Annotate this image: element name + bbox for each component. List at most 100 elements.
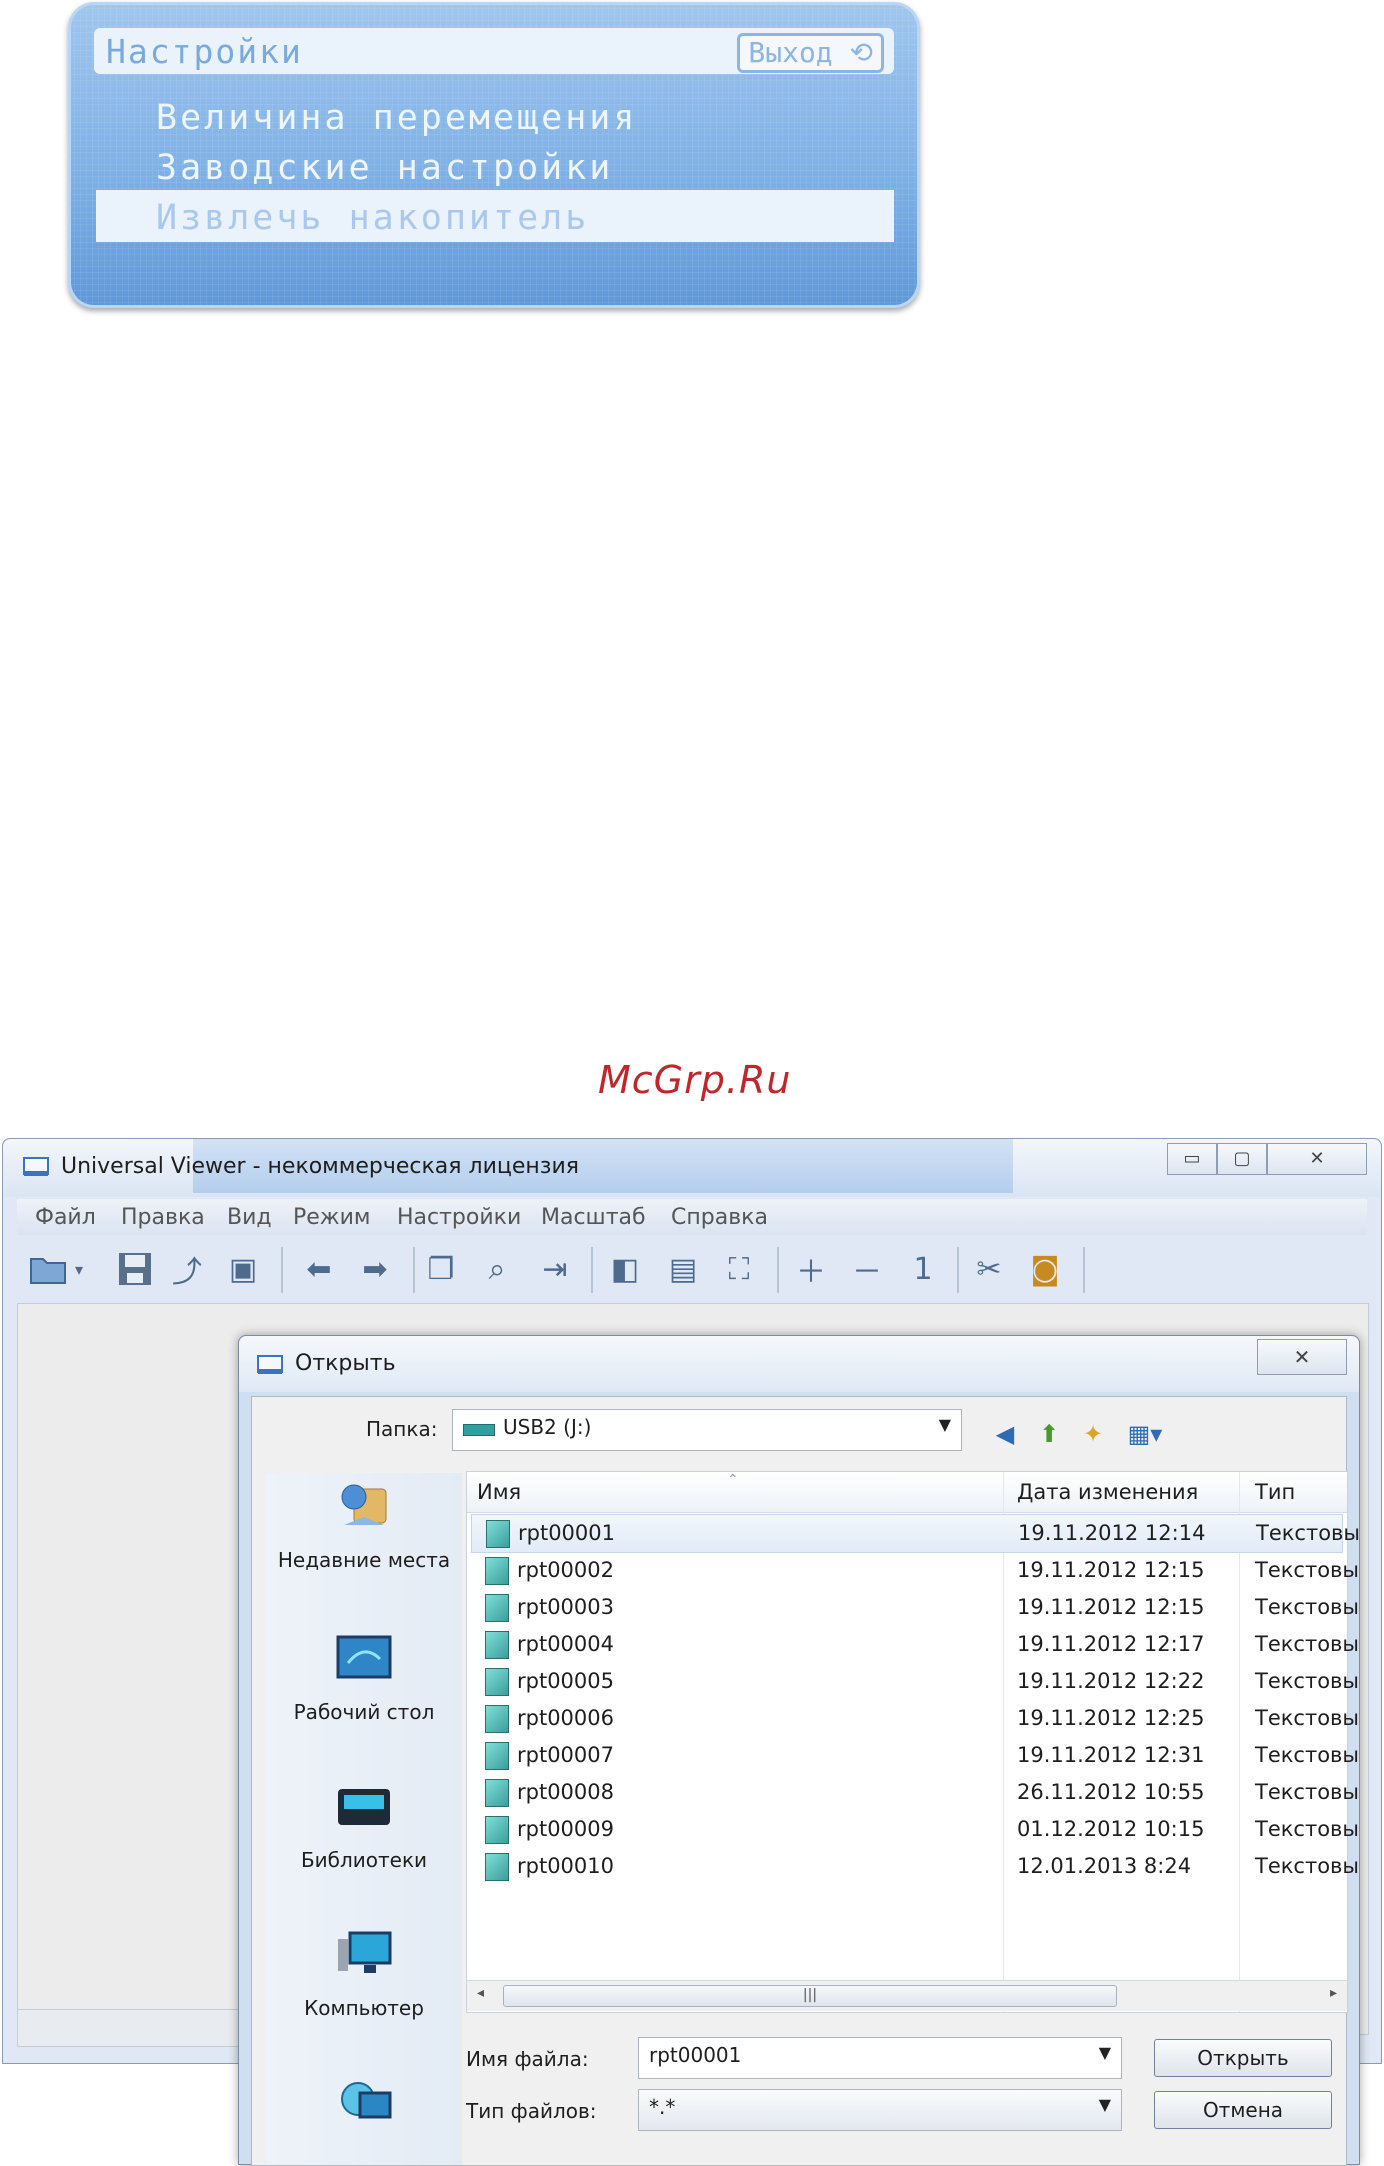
find-icon[interactable]: ⌕ [477,1249,517,1289]
folder-label: Папка: [366,1417,438,1441]
filename-value: rpt00001 [649,2043,742,2067]
folder-select[interactable]: USB2 (J:) ▼ [452,1409,962,1451]
window-title: Universal Viewer - некоммерческая лиценз… [61,1154,579,1179]
settings-header: Настройки Выход ⟲ [94,28,894,74]
file-row[interactable]: rpt00007 19.11.2012 12:31 Текстовы [467,1737,1359,1774]
file-row[interactable]: rpt00003 19.11.2012 12:15 Текстовы [467,1589,1359,1626]
dialog-title: Открыть [295,1351,396,1376]
chevron-down-icon: ▼ [1098,2043,1111,2062]
place-label: Недавние места [277,1548,451,1572]
filename-input[interactable]: rpt00001 ▼ [638,2037,1122,2079]
app-icon [23,1157,49,1176]
cancel-button[interactable]: Отмена [1154,2091,1332,2129]
chevron-down-icon: ▼ [938,1415,951,1434]
dialog-icon [257,1355,283,1374]
up-folder-icon[interactable]: ⬆ [1032,1417,1066,1451]
open-button[interactable]: Открыть [1154,2039,1332,2077]
file-row[interactable]: rpt00002 19.11.2012 12:15 Текстовы [467,1552,1359,1589]
libraries-icon [338,1789,390,1825]
menu-settings[interactable]: Настройки [397,1205,521,1230]
fullscreen-icon[interactable]: ⛶ [719,1249,759,1289]
file-row[interactable]: rpt00005 19.11.2012 12:22 Текстовы [467,1663,1359,1700]
close-icon: ✕ [1309,1148,1325,1169]
copy-icon[interactable]: ❐ [421,1249,461,1289]
exit-button[interactable]: Выход ⟲ [737,33,884,73]
toolbar: ▾ ⤴ ▣ ⬅ ➡ ❐ ⌕ ⇥ ◧ ▤ ⛶ ＋ － 1 ✂ ◙ [17,1237,1367,1301]
chevron-down-icon[interactable]: ▾ [69,1249,89,1289]
close-button[interactable]: ✕ [1267,1143,1367,1175]
new-folder-icon[interactable]: ✦ [1076,1417,1110,1451]
exit-label: Выход [748,36,833,69]
close-icon: ✕ [1293,1345,1311,1369]
menu-item-factory-settings[interactable]: Заводские настройки [156,148,613,188]
file-row[interactable]: rpt00008 26.11.2012 10:55 Текстовы [467,1774,1359,1811]
panel-icon[interactable]: ◧ [605,1249,645,1289]
text-file-icon [485,1742,509,1770]
image-icon[interactable]: ▤ [663,1249,703,1289]
column-date[interactable]: Дата изменения [1017,1480,1198,1504]
file-row[interactable]: rpt00009 01.12.2012 10:15 Текстовы [467,1811,1359,1848]
zoom-in-icon[interactable]: ＋ [791,1249,831,1290]
file-list-header: Имя ⌃ Дата изменения Тип [467,1472,1347,1513]
scroll-right-icon[interactable]: ▸ [1330,1985,1337,2001]
recent-places-icon [341,1484,387,1525]
file-row[interactable]: rpt00004 19.11.2012 12:17 Текстовы [467,1626,1359,1663]
arrow-left-icon[interactable]: ⬅ [299,1249,339,1289]
text-file-icon [485,1816,509,1844]
save-icon[interactable] [115,1249,155,1289]
maximize-icon: ▢ [1233,1148,1251,1169]
menu-bar: Файл Правка Вид Режим Настройки Масштаб … [17,1199,1367,1235]
arrow-right-icon[interactable]: ➡ [355,1249,395,1289]
filetype-value: *.* [649,2095,676,2119]
menu-edit[interactable]: Правка [121,1205,205,1230]
window-titlebar: Universal Viewer - некоммерческая лиценз… [3,1139,1381,1197]
file-row[interactable]: rpt00006 19.11.2012 12:25 Текстовы [467,1700,1359,1737]
menu-help[interactable]: Справка [671,1205,768,1230]
filetype-label: Тип файлов: [466,2099,597,2123]
menu-mode[interactable]: Режим [293,1205,371,1230]
back-icon[interactable]: ◀ [988,1417,1022,1451]
goto-icon[interactable]: ⇥ [535,1249,575,1289]
dialog-close-button[interactable]: ✕ [1257,1339,1347,1375]
chevron-down-icon: ▼ [1098,2095,1111,2114]
text-file-icon [485,1557,509,1585]
filename-label: Имя файла: [466,2047,589,2071]
folder-value: USB2 (J:) [503,1415,592,1439]
return-icon: ⟲ [849,36,873,69]
export-icon[interactable]: ⤴ [167,1249,207,1290]
zoom-reset-button[interactable]: 1 [903,1249,943,1289]
menu-item-move-step[interactable]: Величина перемещения [156,98,637,138]
menu-view[interactable]: Вид [227,1205,272,1230]
text-file-icon [485,1594,509,1622]
view-menu-icon[interactable]: ▦▾ [1120,1417,1170,1451]
menu-file[interactable]: Файл [35,1205,96,1230]
file-list: Имя ⌃ Дата изменения Тип rpt00001 19.11.… [466,1471,1360,2013]
text-file-icon [485,1779,509,1807]
places-bar: Недавние места Рабочий стол Библиотеки К… [266,1473,462,2165]
text-file-icon [485,1853,509,1881]
text-file-icon [485,1668,509,1696]
file-row[interactable]: rpt00010 12.01.2013 8:24 Текстовы [467,1848,1359,1885]
sort-ascending-icon: ⌃ [727,1472,739,1488]
minimize-button[interactable]: ▭ [1167,1143,1217,1175]
horizontal-scrollbar[interactable]: ◂ ||| ▸ [467,1980,1347,2011]
package-icon[interactable]: ◙ [1025,1249,1065,1289]
file-row[interactable]: rpt00001 19.11.2012 12:14 Текстовы [471,1514,1360,1553]
column-type[interactable]: Тип [1255,1480,1295,1504]
open-file-dialog: Открыть ✕ Папка: USB2 (J:) ▼ ◀ ⬆ ✦ ▦▾ Не… [238,1335,1360,2166]
filetype-select[interactable]: *.* ▼ [638,2089,1122,2131]
zoom-out-icon[interactable]: － [847,1249,887,1290]
status-bar [17,2009,249,2047]
column-name[interactable]: Имя [477,1480,521,1504]
scrollbar-thumb[interactable]: ||| [503,1985,1117,2007]
tools-icon[interactable]: ✂ [969,1249,1009,1289]
menu-zoom[interactable]: Масштаб [541,1205,646,1230]
print-icon[interactable]: ▣ [223,1249,263,1289]
network-icon [341,2082,392,2119]
scroll-left-icon[interactable]: ◂ [477,1985,484,2001]
menu-item-eject-drive[interactable]: Извлечь накопитель [156,198,589,238]
desktop-icon [336,1635,392,1679]
watermark: McGrp.Ru [598,1058,792,1102]
maximize-button[interactable]: ▢ [1217,1143,1267,1175]
open-folder-icon[interactable] [29,1249,69,1289]
